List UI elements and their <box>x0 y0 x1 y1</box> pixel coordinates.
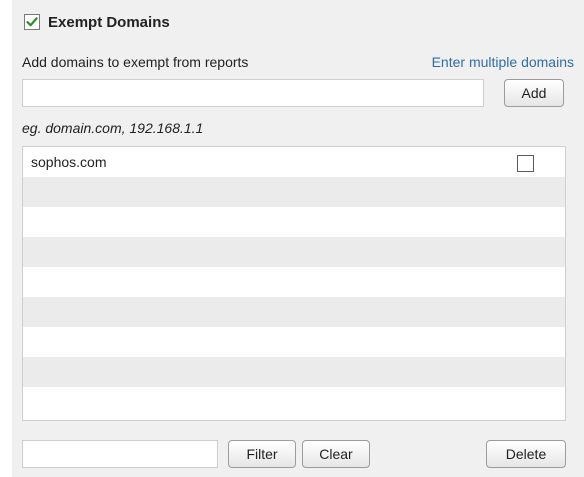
add-button[interactable]: Add <box>504 79 564 107</box>
exempt-domain-list: sophos.com <box>22 146 566 421</box>
filter-button[interactable]: Filter <box>228 440 296 468</box>
list-item-empty <box>23 297 565 327</box>
add-domains-label: Add domains to exempt from reports <box>22 54 249 70</box>
list-item[interactable]: sophos.com <box>23 147 565 177</box>
domain-format-hint: eg. domain.com, 192.168.1.1 <box>22 120 204 136</box>
delete-button[interactable]: Delete <box>486 440 566 468</box>
list-item-empty <box>23 237 565 267</box>
list-item-empty <box>23 267 565 297</box>
checkmark-icon <box>26 17 38 27</box>
list-item-empty <box>23 327 565 357</box>
list-item-empty <box>23 207 565 237</box>
filter-input[interactable] <box>22 440 218 468</box>
list-item-empty <box>23 177 565 207</box>
section-header: Exempt Domains <box>24 10 170 34</box>
list-item-empty <box>23 387 565 417</box>
list-item-empty <box>23 357 565 387</box>
enter-multiple-domains-link[interactable]: Enter multiple domains <box>432 54 574 70</box>
exempt-domains-checkbox[interactable] <box>24 14 40 30</box>
domain-input[interactable] <box>22 79 484 107</box>
clear-button[interactable]: Clear <box>302 440 370 468</box>
domain-select-checkbox[interactable] <box>517 155 534 172</box>
section-title: Exempt Domains <box>48 13 170 31</box>
domain-entry: sophos.com <box>31 154 107 170</box>
